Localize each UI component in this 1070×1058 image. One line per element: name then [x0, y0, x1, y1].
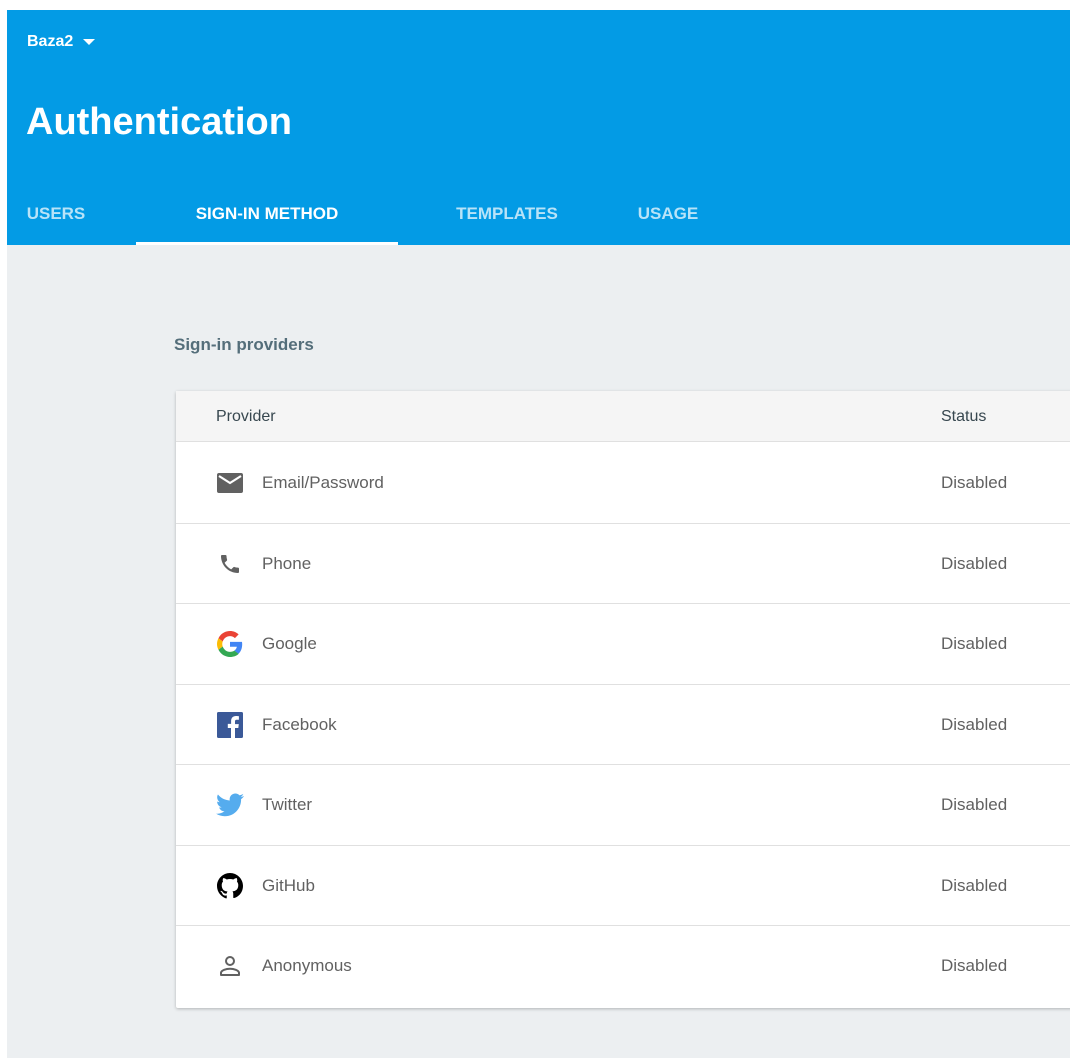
- tab-usage[interactable]: USAGE: [619, 183, 717, 245]
- tab-sign-in-method[interactable]: SIGN-IN METHOD: [136, 183, 398, 245]
- provider-row-github[interactable]: GitHub Disabled: [176, 846, 1070, 926]
- page-title: Authentication: [26, 101, 292, 143]
- provider-name: Anonymous: [262, 956, 352, 975]
- project-name: Baza2: [27, 33, 74, 50]
- providers-table: Provider Status Email/Password Disabled: [176, 391, 1070, 1008]
- tab-users[interactable]: USERS: [7, 183, 105, 245]
- provider-name: Google: [262, 634, 317, 653]
- provider-name: Twitter: [262, 795, 313, 814]
- google-icon: [216, 630, 244, 658]
- provider-name: Facebook: [262, 714, 337, 734]
- provider-status: Disabled: [941, 553, 1008, 573]
- project-switcher[interactable]: Baza2: [27, 30, 96, 54]
- provider-row-facebook[interactable]: Facebook Disabled: [176, 685, 1070, 765]
- tab-templates[interactable]: TEMPLATES: [427, 183, 587, 245]
- provider-row-phone[interactable]: Phone Disabled: [176, 524, 1070, 604]
- phone-icon: [216, 550, 244, 578]
- provider-name: Email/Password: [262, 473, 384, 492]
- provider-rows: Email/Password Disabled Phone Disabled G…: [176, 443, 1070, 1007]
- provider-status: Disabled: [941, 795, 1008, 814]
- column-header-provider: Provider: [216, 408, 276, 425]
- provider-status: Disabled: [941, 473, 1008, 492]
- provider-status: Disabled: [941, 634, 1008, 653]
- app-header: Baza2 Authentication USERS SIGN-IN METHO…: [7, 10, 1070, 245]
- twitter-icon: [216, 791, 244, 819]
- column-header-status: Status: [941, 408, 987, 425]
- provider-status: Disabled: [941, 875, 1008, 895]
- provider-status: Disabled: [941, 714, 1008, 734]
- github-icon: [216, 872, 244, 900]
- caret-down-icon: [83, 39, 96, 45]
- provider-row-twitter[interactable]: Twitter Disabled: [176, 765, 1070, 846]
- provider-row-google[interactable]: Google Disabled: [176, 604, 1070, 685]
- facebook-icon: [216, 711, 244, 739]
- section-title: Sign-in providers: [174, 335, 314, 354]
- table-header: Provider Status: [176, 391, 1070, 442]
- provider-status: Disabled: [941, 956, 1008, 975]
- email-icon: [216, 469, 244, 497]
- console-page: Baza2 Authentication USERS SIGN-IN METHO…: [7, 10, 1070, 1058]
- anonymous-icon: [216, 952, 244, 980]
- tab-bar: USERS SIGN-IN METHOD TEMPLATES USAGE: [7, 183, 1070, 245]
- provider-row-email[interactable]: Email/Password Disabled: [176, 443, 1070, 524]
- provider-name: GitHub: [262, 875, 315, 895]
- provider-name: Phone: [262, 553, 312, 573]
- provider-row-anonymous[interactable]: Anonymous Disabled: [176, 926, 1070, 1007]
